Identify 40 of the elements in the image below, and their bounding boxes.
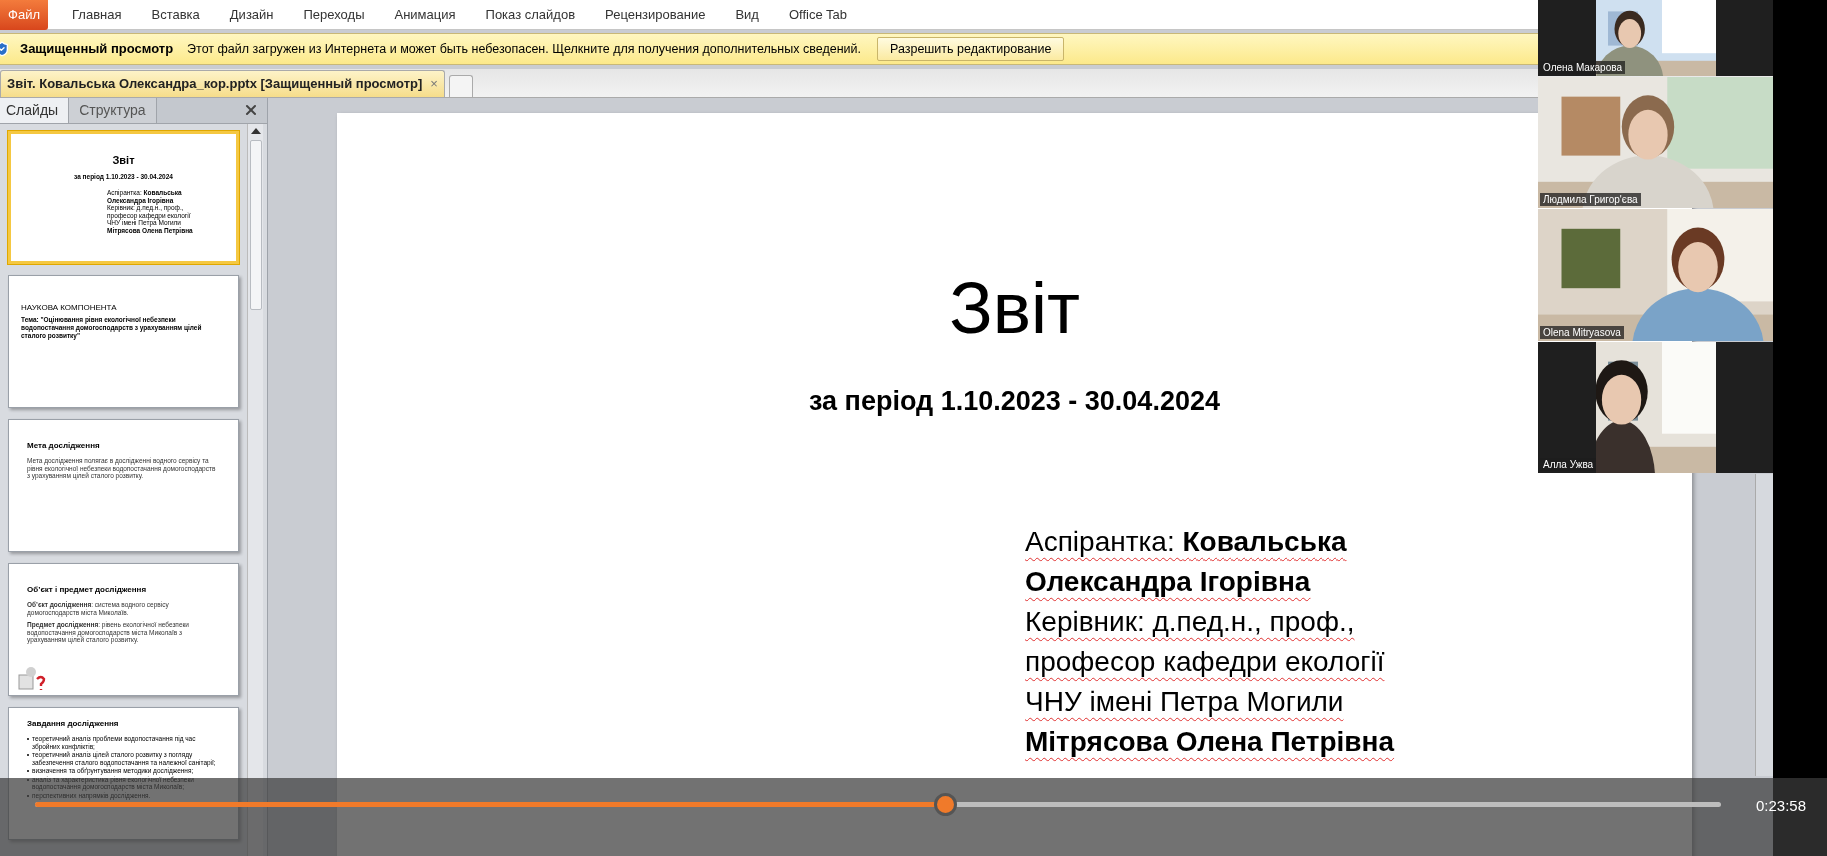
slide-text: Аспірантка: Ковальська <box>1025 524 1348 559</box>
tab-close-button[interactable]: × <box>430 74 438 94</box>
close-icon[interactable] <box>243 102 259 118</box>
thumbnail-heading: Об’єкт і предмет дослідження <box>27 584 148 596</box>
document-tab[interactable]: Звіт. Ковальська Олександра_кор.pptx [Защищенный просмотр] × <box>0 70 445 97</box>
panel-tab[interactable]: Слайды <box>0 98 70 123</box>
ribbon-tab[interactable]: Вставка <box>141 0 210 30</box>
slide-text: Мітрясова Олена Петрівна <box>1025 724 1396 759</box>
scroll-up-icon[interactable] <box>250 128 261 134</box>
ribbon-tab[interactable]: Переходы <box>293 0 375 30</box>
protected-view-title: Защищенный просмотр <box>20 40 174 59</box>
thumbnail-heading: Мета дослідження <box>27 440 101 452</box>
participant-name: Алла Ужва <box>1540 458 1597 471</box>
slide-subtitle: за період 1.10.2023 - 30.04.2024 <box>808 385 1221 418</box>
scrollbar[interactable] <box>1755 474 1773 776</box>
panel-tab[interactable]: Структура <box>69 98 157 123</box>
ribbon-tab[interactable]: Анимация <box>384 0 466 30</box>
slide-text: професор кафедри екології <box>1025 644 1386 679</box>
progress-track[interactable] <box>35 802 1721 807</box>
document-tab-label: Звіт. Ковальська Олександра_кор.pptx [Защищенный просмотр] <box>7 75 423 94</box>
slide-text: Керівник: д.пед.н., проф., <box>1025 604 1356 639</box>
enable-editing-button[interactable]: Разрешить редактирование <box>876 37 1065 61</box>
playback-time: 0:23:58 <box>1756 796 1807 816</box>
scrollbar-thumb[interactable] <box>249 140 262 310</box>
ribbon-tab[interactable]: Главная <box>62 0 132 30</box>
ribbon-tab[interactable]: Дизайн <box>219 0 284 30</box>
slide-title: Звіт <box>949 267 1080 350</box>
slide-text: Олександра Ігорівна <box>1025 564 1312 599</box>
protected-view-message: Этот файл загружен из Интернета и может быть небезопасен. Щелкните для получения дополнительных сведений. <box>187 40 861 58</box>
thumbnail-heading: НАУКОВА КОМПОНЕНТА <box>21 302 118 314</box>
ribbon-tab[interactable]: Office Tab <box>778 0 858 30</box>
participant-name: Людмила Григор'єва <box>1540 193 1641 206</box>
thumbnail-heading: Завдання дослідження <box>27 718 120 730</box>
ribbon-tab[interactable]: Рецензирование <box>595 0 716 30</box>
slide-thumbnail[interactable] <box>8 563 239 696</box>
ribbon-tab[interactable]: Показ слайдов <box>475 0 586 30</box>
ribbon-tab[interactable]: Вид <box>725 0 769 30</box>
slide-text: ЧНУ імені Петра Могили <box>1025 684 1345 719</box>
progress-thumb[interactable] <box>934 793 958 816</box>
thumbnail-title: Звіт <box>111 153 136 168</box>
